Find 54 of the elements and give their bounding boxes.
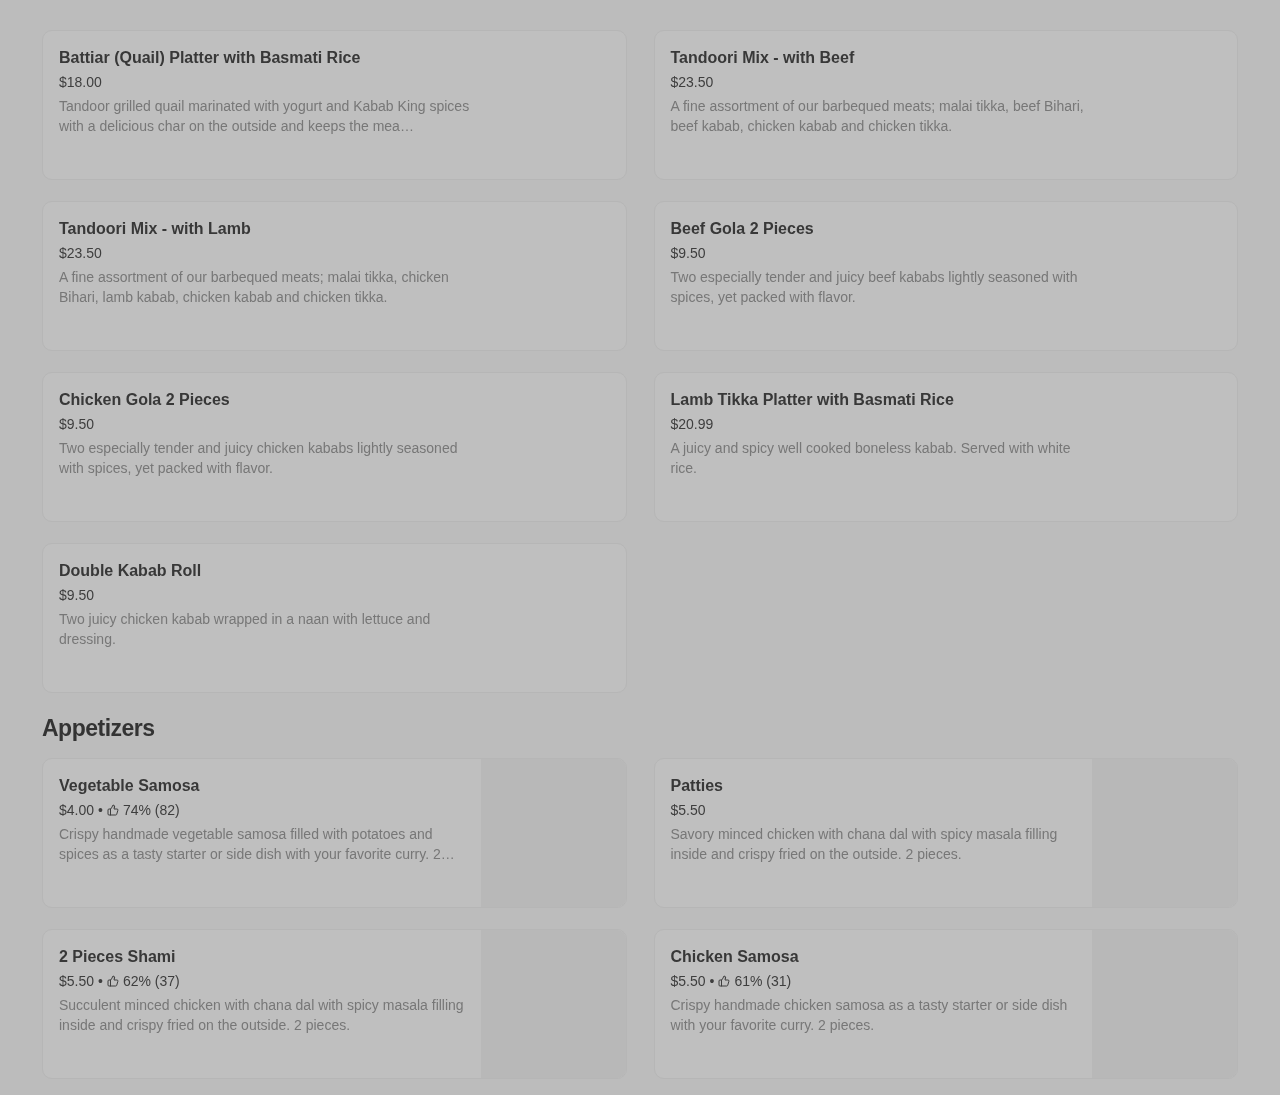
menu-item-card[interactable]: Tandoori Mix - with Beef $23.50 A fine assortment of our barbequed meats; malai tikka, beef Bihari, beef kabab, chicken kabab and chicken tikka.: [653, 30, 1238, 180]
separator-dot: •: [98, 801, 103, 820]
menu-item-card[interactable]: Tandoori Mix - with Lamb $23.50 A fine assortment of our barbequed meats; malai tikka, chicken Bihari, lamb kabab, chicken kabab and chicken tikka.: [42, 201, 627, 351]
section-heading: Appetizers: [42, 715, 156, 742]
item-name: Patties: [670, 776, 724, 796]
item-description: A juicy and spicy well cooked boneless kabab. Served with white rice.: [670, 439, 1072, 478]
item-price: $4.00: [59, 801, 95, 820]
item-description: Two juicy chicken kabab wrapped in a naan with lettuce and dressing.: [59, 610, 432, 649]
item-description: Succulent minced chicken with chana dal with spicy masala filling inside and crispy fried on the outside. 2 pieces.: [59, 996, 465, 1035]
item-price: $5.50: [670, 972, 706, 991]
item-rating: 61% (31): [734, 972, 792, 991]
item-description: Savory minced chicken with chana dal with spicy masala filling inside and crispy fried on the outside. 2 pieces.: [670, 825, 1059, 864]
item-description: Two especially tender and juicy beef kababs lightly seasoned with spices, yet packed with flavor.: [670, 268, 1079, 307]
menu-item-card[interactable]: Chicken Gola 2 Pieces $9.50 Two especially tender and juicy chicken kababs lightly seasoned with spices, yet packed with flavor.: [42, 372, 627, 522]
item-price: $9.50: [59, 415, 95, 434]
item-description: Tandoor grilled quail marinated with yogurt and Kabab King spices with a delicious char on the outside and keeps the mea…: [59, 97, 471, 136]
item-name: Tandoori Mix - with Lamb: [59, 219, 252, 239]
item-description: A fine assortment of our barbequed meats; malai tikka, chicken Bihari, lamb kabab, chicken kabab and chicken tikka.: [59, 268, 450, 307]
menu-item-card[interactable]: Chicken Samosa $5.50 • 61% (31) Crispy handmade chicken samosa as a tasty starter or side dish with your favorite curry. 2 pieces.: [653, 929, 1238, 1079]
item-price: $18.00: [59, 73, 102, 92]
item-name: Double Kabab Roll: [59, 561, 203, 581]
item-price: $5.50: [670, 801, 706, 820]
item-name: Battiar (Quail) Platter with Basmati Rice: [59, 48, 362, 68]
menu-item-card[interactable]: Battiar (Quail) Platter with Basmati Rice $18.00 Tandoor grilled quail marinated with yogurt and Kabab King spices with a delicious char on the outside and keeps the mea…: [42, 30, 627, 180]
item-name: Beef Gola 2 Pieces: [670, 219, 815, 239]
item-price: $23.50: [59, 244, 102, 263]
item-name: Vegetable Samosa: [59, 776, 201, 796]
item-description: A fine assortment of our barbequed meats; malai tikka, beef Bihari, beef kabab, chicken kabab and chicken tikka.: [670, 97, 1085, 136]
menu-item-card[interactable]: 2 Pieces Shami $5.50 • 62% (37) Succulent minced chicken with chana dal with spicy masala filling inside and crispy fried on the outside. 2 pieces.: [42, 929, 627, 1079]
menu-item-card[interactable]: Patties $5.50 Savory minced chicken with chana dal with spicy masala filling inside and crispy fried on the outside. 2 pieces.: [653, 758, 1238, 908]
item-price: $20.99: [670, 415, 714, 434]
item-rating: 74% (82): [122, 801, 180, 820]
item-price: $5.50: [59, 972, 95, 991]
item-rating: 62% (37): [122, 972, 180, 991]
item-name: Lamb Tikka Platter with Basmati Rice: [670, 390, 955, 410]
item-description: Two especially tender and juicy chicken kababs lightly seasoned with spices, yet packed with flavor.: [59, 439, 459, 478]
item-price: $9.50: [670, 244, 706, 263]
item-price: $9.50: [59, 586, 95, 605]
item-name: Chicken Samosa: [670, 947, 800, 967]
separator-dot: •: [98, 972, 103, 991]
item-description: Crispy handmade chicken samosa as a tasty starter or side dish with your favorite curry. 2 pieces.: [670, 996, 1069, 1035]
menu-item-card[interactable]: Vegetable Samosa $4.00 • 74% (82) Crispy handmade vegetable samosa filled with potatoes and spices as a tasty starter or side dish with your favorite curry. 2…: [42, 758, 627, 908]
item-name: Tandoori Mix - with Beef: [670, 48, 856, 68]
item-price: $23.50: [670, 73, 714, 92]
thumbs-up-icon: [106, 975, 119, 987]
item-name: Chicken Gola 2 Pieces: [59, 390, 231, 410]
menu-item-card[interactable]: Double Kabab Roll $9.50 Two juicy chicken kabab wrapped in a naan with lettuce and dressing.: [42, 543, 627, 693]
thumbs-up-icon: [718, 975, 731, 987]
separator-dot: •: [709, 972, 715, 991]
menu-item-card[interactable]: Beef Gola 2 Pieces $9.50 Two especially tender and juicy beef kababs lightly seasoned with spices, yet packed with flavor.: [653, 201, 1238, 351]
thumbs-up-icon: [106, 804, 119, 816]
item-description: Crispy handmade vegetable samosa filled with potatoes and spices as a tasty starter or side dish with your favorite curry. 2…: [59, 825, 456, 864]
item-name: 2 Pieces Shami: [59, 947, 177, 967]
menu-item-card[interactable]: Lamb Tikka Platter with Basmati Rice $20.99 A juicy and spicy well cooked boneless kabab. Served with white rice.: [653, 372, 1238, 522]
